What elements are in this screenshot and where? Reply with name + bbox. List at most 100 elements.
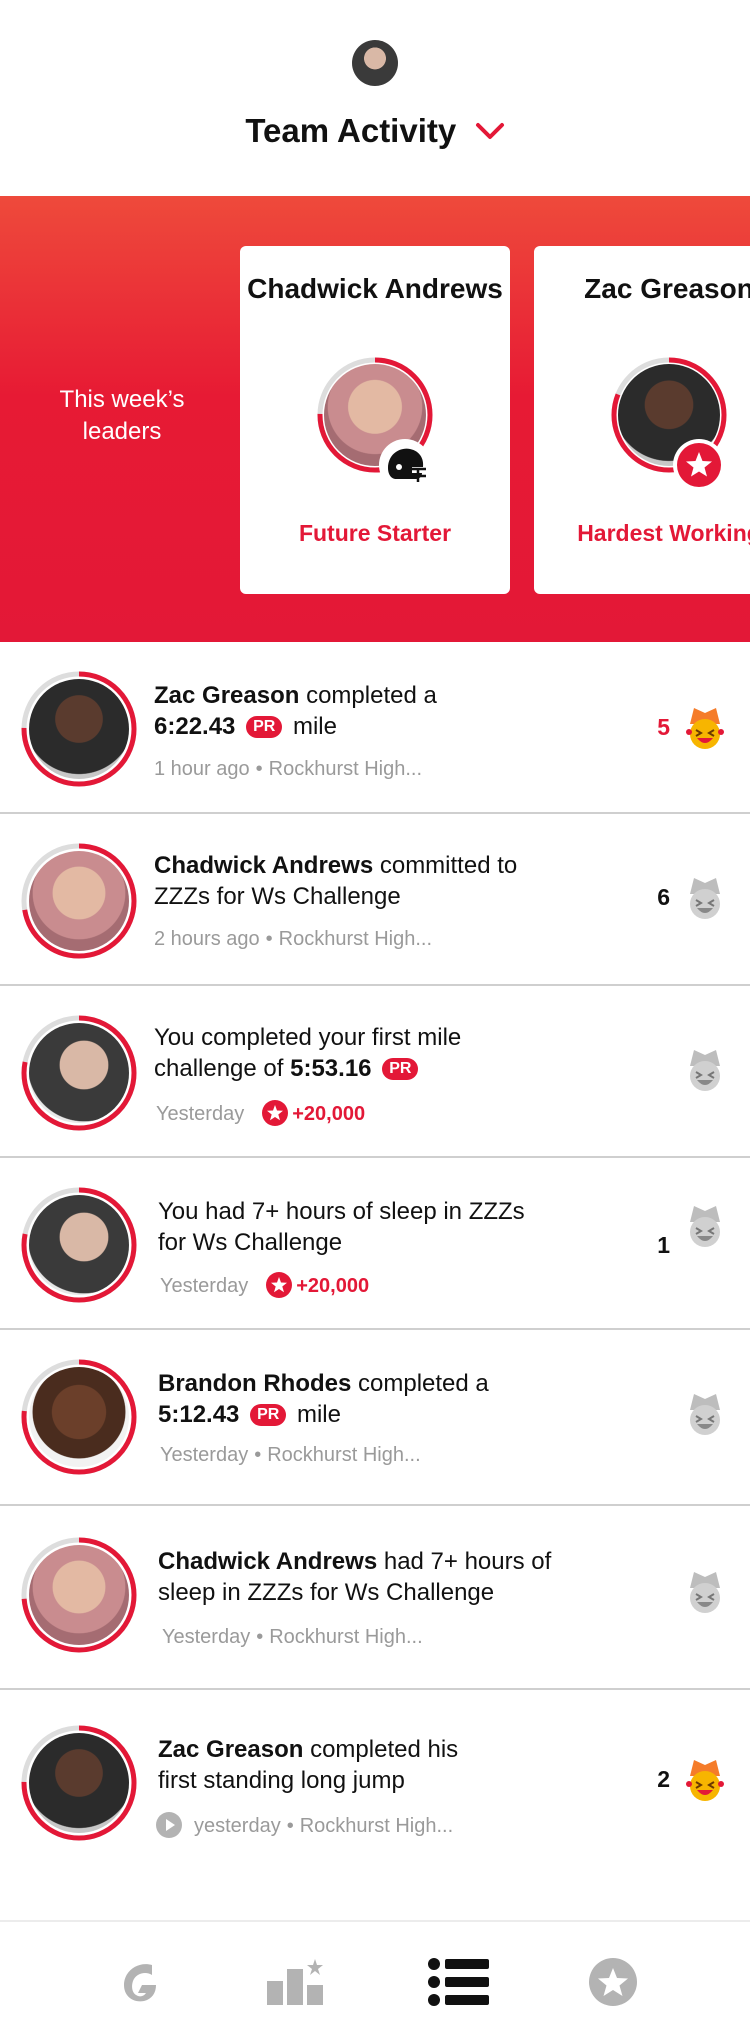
feed-item[interactable]: Zac Greason completed a 6:22.43 PR mile … (0, 642, 750, 814)
points-star-icon (266, 1272, 293, 1298)
avatar[interactable] (20, 1724, 138, 1842)
user-avatar[interactable] (352, 40, 398, 86)
rewards-star-icon (589, 1958, 637, 2006)
school-name: Rockhurst High... (269, 1626, 423, 1648)
leader-name: Chadwick Andrews (247, 273, 503, 304)
feed-item[interactable]: Chadwick Andrews committed to ZZZs for W… (0, 814, 750, 986)
feed-item[interactable]: You had 7+ hours of sleep in ZZZs for Ws… (0, 1158, 750, 1330)
reaction-count: 6 (657, 884, 670, 910)
activity-text: Zac Greason completed his first standing… (158, 1736, 459, 1794)
avatar[interactable] (20, 1536, 138, 1654)
activity-text: Zac Greason completed a 6:22.43 PR mile (154, 682, 437, 740)
leader-avatar (610, 356, 728, 491)
leader-card[interactable]: Zac Greason Hardest Working (534, 246, 750, 594)
nav-leaderboard[interactable] (260, 1952, 330, 2012)
laughing-emoji-icon (686, 708, 724, 749)
laughing-emoji-icon (690, 1394, 720, 1435)
activity-text: Brandon Rhodes completed a 5:12.43 PR mi… (158, 1370, 489, 1428)
reaction-count: 1 (657, 1232, 670, 1258)
timestamp: Yesterday (162, 1626, 251, 1648)
leaders-label: This week’s leaders (59, 386, 185, 445)
leader-card[interactable]: Chadwick Andrews Future Starter (240, 246, 510, 594)
star-badge-icon (673, 439, 725, 491)
weekly-leaders-section: This week’s leaders Chadwick Andrews Fut… (0, 196, 750, 642)
feed-item[interactable]: You completed your first mile challenge … (0, 986, 750, 1158)
reaction-count: 2 (657, 1766, 670, 1792)
school-name: Rockhurst High... (278, 928, 433, 950)
pr-badge: PR (246, 716, 283, 738)
gatorade-icon (124, 1964, 156, 2002)
activity-meta: Yesterday +20,000 (160, 1272, 369, 1298)
reaction-button[interactable] (640, 1568, 730, 1618)
laughing-emoji-icon (690, 1572, 720, 1613)
reaction-button[interactable]: 5 (640, 704, 730, 754)
reaction-button[interactable] (640, 1390, 730, 1440)
laughing-emoji-icon (690, 878, 720, 919)
nav-activity[interactable] (424, 1952, 494, 2012)
reaction-count: 5 (657, 714, 670, 740)
result-value: 6:22.43 (154, 713, 236, 740)
school-name: Rockhurst High... (268, 758, 423, 780)
chevron-down-icon (475, 123, 504, 139)
activity-meta: yesterday • Rockhurst High... (156, 1812, 453, 1838)
reaction-button[interactable]: 2 (640, 1756, 730, 1806)
activity-meta: Yesterday • Rockhurst High... (160, 1444, 421, 1466)
header: Team Activity (0, 0, 750, 196)
timestamp: Yesterday (160, 1275, 249, 1297)
activity-feed: Zac Greason completed a 6:22.43 PR mile … (0, 642, 750, 1870)
feed-item[interactable]: Brandon Rhodes completed a 5:12.43 PR mi… (0, 1330, 750, 1506)
timestamp: Yesterday (156, 1103, 245, 1125)
pr-badge: PR (250, 1404, 287, 1426)
points-earned: +20,000 (296, 1275, 370, 1297)
avatar[interactable] (20, 1186, 138, 1304)
timestamp: 2 hours ago (154, 928, 260, 950)
leaderboard-icon (267, 1959, 323, 2005)
activity-meta: 2 hours ago • Rockhurst High... (154, 928, 433, 950)
school-name: Rockhurst High... (267, 1444, 421, 1466)
leader-avatar (316, 356, 434, 491)
activity-text: Chadwick Andrews had 7+ hours of sleep i… (158, 1548, 552, 1606)
feed-item[interactable]: Zac Greason completed his first standing… (0, 1690, 750, 1870)
bottom-nav (0, 1920, 750, 2040)
laughing-emoji-icon (686, 1760, 724, 1801)
pr-badge: PR (382, 1058, 419, 1080)
timestamp: 1 hour ago (154, 758, 250, 780)
reaction-button[interactable]: 6 (640, 874, 730, 924)
activity-meta: Yesterday • Rockhurst High... (162, 1626, 423, 1648)
nav-home[interactable] (106, 1952, 176, 2012)
avatar[interactable] (20, 1358, 138, 1476)
leader-award: Future Starter (298, 520, 452, 546)
avatar[interactable] (20, 842, 138, 960)
avatar[interactable] (20, 1014, 138, 1132)
athlete-name[interactable]: Brandon Rhodes (158, 1370, 351, 1397)
laughing-emoji-icon (690, 1206, 720, 1247)
activity-meta: 1 hour ago • Rockhurst High... (154, 758, 423, 780)
timestamp: yesterday (194, 1815, 281, 1837)
athlete-name[interactable]: Chadwick Andrews (158, 1548, 377, 1575)
athlete-name[interactable]: Zac Greason (154, 682, 299, 709)
team-selector[interactable]: Team Activity (0, 112, 750, 150)
avatar[interactable] (20, 670, 138, 788)
football-helmet-icon (379, 439, 431, 491)
leader-award: Hardest Working (577, 520, 750, 546)
activity-meta: Yesterday +20,000 (156, 1100, 365, 1126)
feed-item[interactable]: Chadwick Andrews had 7+ hours of sleep i… (0, 1506, 750, 1690)
activity-list-icon (428, 1958, 489, 2006)
timestamp: Yesterday (160, 1444, 249, 1466)
athlete-name[interactable]: Zac Greason (158, 1736, 303, 1763)
points-earned: +20,000 (292, 1103, 366, 1125)
activity-text: Chadwick Andrews committed to ZZZs for W… (154, 852, 518, 910)
reaction-button[interactable] (640, 1046, 730, 1096)
nav-rewards[interactable] (578, 1952, 648, 2012)
school-name: Rockhurst High... (299, 1815, 454, 1837)
play-video-icon[interactable] (156, 1812, 182, 1838)
activity-text: You had 7+ hours of sleep in ZZZs for Ws… (158, 1198, 525, 1256)
points-star-icon (262, 1100, 289, 1126)
athlete-name[interactable]: Chadwick Andrews (154, 852, 373, 879)
reaction-button[interactable]: 1 (640, 1202, 730, 1258)
result-value: 5:12.43 (158, 1401, 240, 1428)
activity-text: You completed your first mile challenge … (154, 1024, 462, 1082)
result-value: 5:53.16 (290, 1055, 372, 1082)
laughing-emoji-icon (690, 1050, 720, 1091)
page-title: Team Activity (245, 112, 457, 149)
